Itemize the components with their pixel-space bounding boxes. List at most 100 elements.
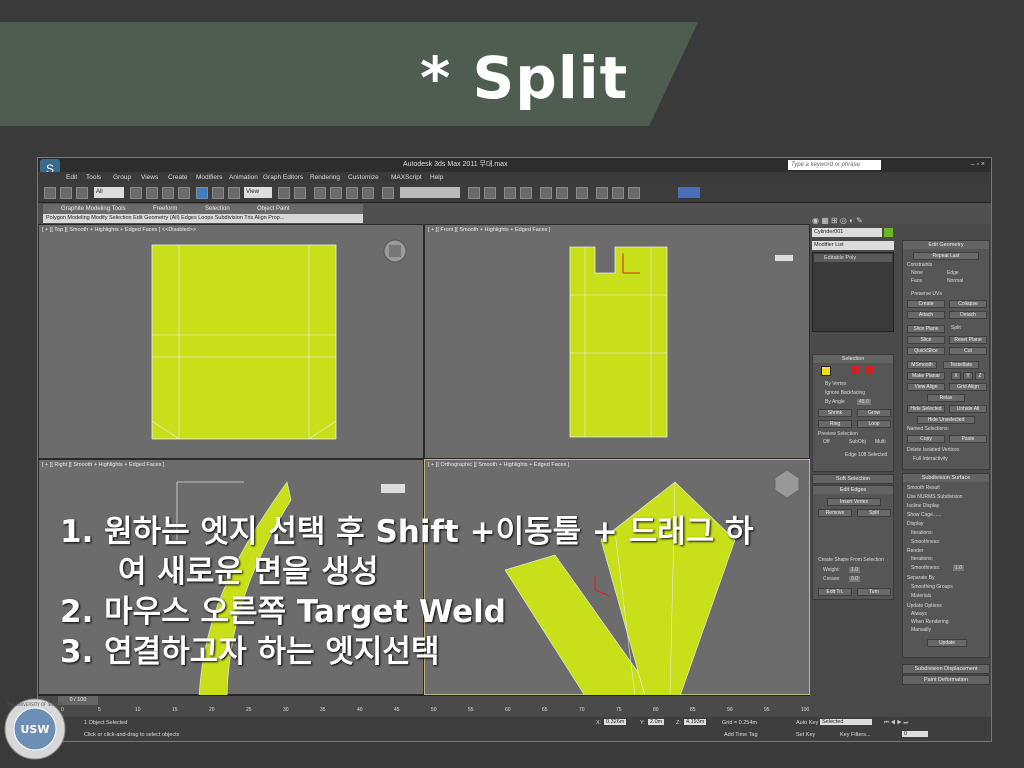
named-selection-dropdown[interactable] <box>400 187 460 198</box>
set-key-button[interactable]: Set Key <box>796 732 815 738</box>
rollout-header[interactable]: Subdivision Displacement <box>903 665 989 673</box>
when-rendering-radio[interactable]: When Rendering <box>911 619 949 625</box>
materials-checkbox[interactable]: Materials <box>911 593 931 599</box>
smooth-result-checkbox[interactable]: Smooth Result <box>907 485 940 491</box>
preview-multi-radio[interactable]: Multi <box>875 439 886 445</box>
tessellate-button[interactable]: Tessellate <box>943 361 979 369</box>
msmooth-button[interactable]: MSmooth <box>907 361 937 369</box>
tab-graphite-modeling[interactable]: Graphite Modeling Tools <box>61 204 126 214</box>
panel-tabs[interactable]: ◉ ▦ ⊞ ◎ ◐ ✎ <box>812 216 900 225</box>
create-shape-button[interactable]: Create Shape From Selection <box>818 557 884 563</box>
object-color-swatch[interactable] <box>884 228 893 237</box>
edit-tri-button[interactable]: Edit Tri. <box>818 588 852 596</box>
rollout-header[interactable]: Subdivision Surface <box>903 474 989 482</box>
paint-deformation-rollout[interactable]: Paint Deformation <box>902 675 990 685</box>
window-controls[interactable]: – ▫ × <box>971 158 985 172</box>
remove-button[interactable]: Remove <box>818 509 852 517</box>
menu-animation[interactable]: Animation <box>229 172 258 183</box>
angle-snap-icon[interactable] <box>330 187 342 199</box>
tab-freeform[interactable]: Freeform <box>153 204 177 214</box>
key-mode-dropdown[interactable]: Selected <box>820 719 872 725</box>
copy-button[interactable]: Copy <box>907 435 945 443</box>
object-name-field[interactable]: Cylinder001 <box>812 228 882 237</box>
menu-customize[interactable]: Customize <box>348 172 379 183</box>
rollout-header[interactable]: Edit Edges <box>813 486 893 494</box>
menu-graph-editors[interactable]: Graph Editors <box>263 172 303 183</box>
shrink-button[interactable]: Shrink <box>818 409 852 417</box>
attach-button[interactable]: Attach <box>907 311 945 319</box>
create-button[interactable]: Create <box>907 300 945 308</box>
render-setup-icon[interactable] <box>596 187 608 199</box>
select-by-name-icon[interactable] <box>146 187 158 199</box>
add-time-tag[interactable]: Add Time Tag <box>724 732 758 738</box>
layer-icon[interactable] <box>504 187 516 199</box>
manually-radio[interactable]: Manually <box>911 627 931 633</box>
by-angle-checkbox[interactable]: By Angle <box>825 399 845 405</box>
menu-maxscript[interactable]: MAXScript <box>391 172 422 183</box>
full-interactivity-checkbox[interactable]: Full Interactivity <box>913 456 948 462</box>
render-smoothness-field[interactable]: 1.0 <box>953 565 964 571</box>
preview-off-radio[interactable]: Off <box>823 439 830 445</box>
planar-y-button[interactable]: Y <box>963 372 973 380</box>
select-icon[interactable] <box>130 187 142 199</box>
slice-button[interactable]: Slice <box>907 336 945 344</box>
planar-z-button[interactable]: Z <box>975 372 985 380</box>
x-coord-field[interactable]: 0.326m <box>604 719 627 725</box>
crease-field[interactable]: 0.0 <box>849 576 860 582</box>
current-frame-field[interactable]: 0 <box>902 731 928 737</box>
edge-mode-icon[interactable] <box>821 366 831 376</box>
schematic-icon[interactable] <box>556 187 568 199</box>
z-coord-field[interactable]: 4.193m <box>684 719 707 725</box>
undo-icon[interactable] <box>44 187 56 199</box>
loop-button[interactable]: Loop <box>857 420 891 428</box>
constraint-none-radio[interactable]: None <box>911 270 923 276</box>
constraint-face-radio[interactable]: Face <box>911 278 922 284</box>
subdivision-displacement-rollout[interactable]: Subdivision Displacement <box>902 664 990 674</box>
menu-modifiers[interactable]: Modifiers <box>196 172 222 183</box>
unhide-all-button[interactable]: Unhide All <box>949 405 987 413</box>
render-icon[interactable] <box>628 187 640 199</box>
hide-selected-button[interactable]: Hide Selected <box>907 405 945 413</box>
preserve-uvs-checkbox[interactable]: Preserve UVs <box>911 291 942 297</box>
menu-group[interactable]: Group <box>113 172 131 183</box>
rollout-header[interactable]: Paint Deformation <box>903 676 989 684</box>
paste-button[interactable]: Paste <box>949 435 987 443</box>
tab-object-paint[interactable]: Object Paint <box>257 204 290 214</box>
snap-icon[interactable] <box>314 187 326 199</box>
auto-key-button[interactable]: Auto Key <box>796 720 818 726</box>
playback-controls[interactable]: ⏮ ◀ ▶ ⏭ <box>884 720 908 727</box>
scale-icon[interactable] <box>228 187 240 199</box>
menu-edit[interactable]: Edit <box>66 172 77 183</box>
quickslice-button[interactable]: QuickSlice <box>907 347 945 355</box>
render-frame-icon[interactable] <box>612 187 624 199</box>
link-icon[interactable] <box>76 187 88 199</box>
redo-icon[interactable] <box>60 187 72 199</box>
menu-views[interactable]: Views <box>141 172 158 183</box>
rollout-header[interactable]: Selection <box>813 355 893 363</box>
grow-button[interactable]: Grow <box>857 409 891 417</box>
isoline-checkbox[interactable]: Isoline Display <box>907 503 939 509</box>
update-button[interactable]: Update <box>927 639 967 647</box>
rollout-header[interactable]: Edit Geometry <box>903 241 989 249</box>
polygon-mode-icon[interactable] <box>851 366 859 374</box>
menu-create[interactable]: Create <box>168 172 188 183</box>
split-checkbox[interactable]: Split <box>951 325 961 331</box>
collapse-button[interactable]: Collapse <box>949 300 987 308</box>
modifier-list-dropdown[interactable]: Modifier List <box>812 241 894 250</box>
y-coord-field[interactable]: 2.0m <box>648 719 665 725</box>
repeat-last-button[interactable]: Repeat Last <box>913 252 979 260</box>
cut-button[interactable]: Cut <box>949 347 987 355</box>
window-crossing-icon[interactable] <box>178 187 190 199</box>
ribbon-subtabs[interactable]: Polygon Modeling Modify Selection Edit G… <box>43 214 363 223</box>
timeline-ticks[interactable]: 0 5 10 15 20 25 30 35 40 45 50 55 60 65 70 75 80 85 90 95 10… <box>61 707 809 717</box>
grid-align-button[interactable]: Grid Align <box>949 383 987 391</box>
planar-x-button[interactable]: X <box>951 372 961 380</box>
weight-field[interactable]: 1.0 <box>849 567 860 573</box>
rect-select-icon[interactable] <box>162 187 174 199</box>
extra-toolbar[interactable] <box>678 187 700 198</box>
tab-selection[interactable]: Selection <box>205 204 230 214</box>
relax-button[interactable]: Relax <box>927 394 965 402</box>
by-vertex-checkbox[interactable]: By Vertex <box>825 381 846 387</box>
selection-filter-dropdown[interactable]: All <box>94 187 124 198</box>
reference-coord-dropdown[interactable]: View <box>244 187 272 198</box>
